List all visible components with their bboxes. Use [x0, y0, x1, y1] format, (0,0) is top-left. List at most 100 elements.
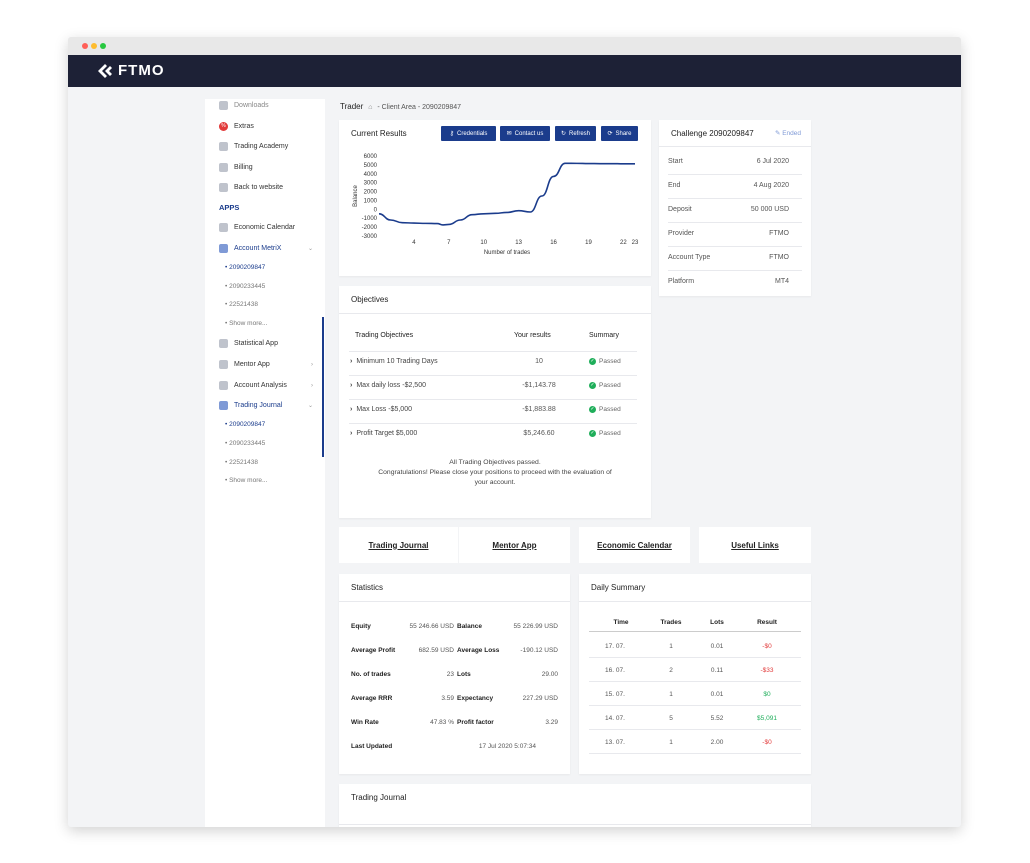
- journal-account-link[interactable]: • 2090209847: [225, 421, 265, 428]
- stat-label: Average Loss: [457, 647, 500, 654]
- daily-cell: 5: [669, 715, 673, 722]
- stat-value: 3.59: [441, 695, 454, 702]
- objective-row[interactable]: › Profit Target $5,000: [350, 430, 417, 437]
- share-button[interactable]: ⟳ Share: [601, 126, 638, 141]
- objective-name: Max daily loss -$2,500: [356, 382, 426, 389]
- daily-cell: -$0: [762, 739, 772, 746]
- objective-row[interactable]: › Max daily loss -$2,500: [350, 382, 426, 389]
- mentor-app-link[interactable]: Mentor App: [459, 527, 570, 563]
- apps-heading: APPS: [219, 203, 240, 212]
- trading-journal-link[interactable]: Trading Journal: [339, 527, 458, 563]
- trading-journal-title: Trading Journal: [351, 793, 407, 802]
- metrix-account-link[interactable]: • 2090233445: [225, 283, 265, 290]
- stat-label: Balance: [457, 623, 482, 630]
- metrix-show-more-link[interactable]: • Show more...: [225, 320, 267, 327]
- breadcrumb-title: Trader: [340, 102, 364, 111]
- objectives-message-line: your account.: [474, 479, 516, 486]
- stat-label: No. of trades: [351, 671, 391, 678]
- mentor-icon: [219, 360, 228, 369]
- status-label: Ended: [782, 130, 801, 137]
- home-icon[interactable]: ⌂: [368, 104, 372, 111]
- journal-show-more-link[interactable]: • Show more...: [225, 477, 267, 484]
- challenge-row-label: Account Type: [668, 254, 711, 261]
- objective-summary: ✓ Passed: [589, 358, 621, 365]
- daily-cell: 17. 07.: [605, 643, 625, 650]
- chevron-right-icon: ›: [311, 382, 313, 389]
- divider: [668, 270, 802, 271]
- stat-value: 29.00: [541, 671, 558, 678]
- download-icon: [219, 101, 228, 110]
- col-header: Time: [613, 619, 629, 626]
- back-arrow-icon: [219, 183, 228, 192]
- divider: [668, 222, 802, 223]
- challenge-row-label: End: [668, 182, 681, 189]
- divider: [349, 351, 637, 352]
- sidebar-item-trading-journal[interactable]: Trading Journal ⌄: [219, 401, 313, 410]
- journal-account-link[interactable]: • 2090233445: [225, 440, 265, 447]
- metrix-account-link[interactable]: • 22521438: [225, 301, 258, 308]
- economic-calendar-link[interactable]: Economic Calendar: [579, 527, 690, 563]
- key-icon: ⚷: [449, 131, 455, 137]
- close-dot-icon[interactable]: [82, 43, 88, 49]
- col-header-objectives: Trading Objectives: [355, 332, 414, 339]
- stat-label: Equity: [351, 623, 371, 630]
- objective-summary-label: Passed: [599, 382, 621, 389]
- status-badge: ✎ Ended: [774, 130, 801, 137]
- browser-window: FTMO Downloads % Extras Trading Academy …: [68, 37, 961, 827]
- divider: [668, 174, 802, 175]
- sidebar-item-account-metrix[interactable]: Account MetriX ⌄: [219, 244, 313, 253]
- sidebar-item-trading-academy[interactable]: Trading Academy: [219, 142, 288, 151]
- stat-value: 23: [446, 671, 454, 678]
- account-number: 2090233445: [229, 283, 266, 290]
- challenge-row-label: Provider: [668, 230, 695, 237]
- divider: [349, 375, 637, 376]
- ftmo-logo[interactable]: FTMO: [98, 62, 165, 79]
- credentials-button[interactable]: ⚷ Credentials: [441, 126, 496, 141]
- sidebar-item-downloads[interactable]: Downloads: [219, 101, 269, 110]
- sidebar-scroll-indicator[interactable]: [322, 317, 324, 457]
- daily-summary-title: Daily Summary: [591, 583, 646, 592]
- sidebar: Downloads % Extras Trading Academy Billi…: [205, 99, 325, 827]
- journal-account-link[interactable]: • 22521438: [225, 459, 258, 466]
- stat-value: 17 Jul 2020 5:07:34: [478, 743, 536, 750]
- daily-cell: -$33: [760, 667, 774, 674]
- metrix-account-link[interactable]: • 2090209847: [225, 264, 265, 271]
- daily-cell: 16. 07.: [605, 667, 625, 674]
- chevron-down-icon: ⌄: [307, 246, 313, 252]
- y-tick-label: -2000: [362, 225, 378, 231]
- y-tick-label: 3000: [364, 181, 378, 187]
- maximize-dot-icon[interactable]: [100, 43, 106, 49]
- statistics-title: Statistics: [351, 583, 384, 592]
- sidebar-item-label: Trading Academy: [234, 143, 289, 150]
- objective-row[interactable]: › Max Loss -$5,000: [350, 406, 412, 413]
- divider: [589, 729, 801, 730]
- stat-label: Lots: [457, 671, 471, 678]
- stat-label: Last Updated: [351, 743, 393, 750]
- sidebar-item-statistical-app[interactable]: Statistical App: [219, 339, 278, 348]
- sidebar-item-extras[interactable]: % Extras: [219, 122, 254, 131]
- sidebar-item-billing[interactable]: Billing: [219, 163, 253, 172]
- col-header: Result: [757, 619, 777, 626]
- objective-result: 10: [535, 358, 543, 365]
- academy-icon: [219, 142, 228, 151]
- sidebar-item-label: Account Analysis: [234, 382, 287, 389]
- contact-us-button[interactable]: ✉ Contact us: [500, 126, 550, 141]
- challenge-row-value: 50 000 USD: [750, 206, 789, 213]
- sidebar-item-back-to-website[interactable]: Back to website: [219, 183, 283, 192]
- sidebar-item-mentor-app[interactable]: Mentor App ›: [219, 360, 313, 369]
- sidebar-item-account-analysis[interactable]: Account Analysis ›: [219, 381, 313, 390]
- y-tick-label: 6000: [364, 154, 378, 160]
- breadcrumb-path[interactable]: - Client Area - 2090209847: [377, 104, 461, 111]
- current-results-card: Current Results ⚷ Credentials ✉ Contact us…: [339, 120, 651, 276]
- refresh-button[interactable]: ↻ Refresh: [555, 126, 596, 141]
- daily-cell: 0.01: [710, 691, 724, 698]
- objective-result: -$1,143.78: [522, 382, 556, 389]
- col-header-summary: Summary: [589, 332, 619, 339]
- minimize-dot-icon[interactable]: [91, 43, 97, 49]
- useful-links-link[interactable]: Useful Links: [699, 527, 811, 563]
- sidebar-item-economic-calendar[interactable]: Economic Calendar: [219, 223, 295, 232]
- objective-row[interactable]: › Minimum 10 Trading Days: [350, 358, 438, 365]
- chevron-right-icon: ›: [350, 430, 353, 437]
- y-tick-label: 5000: [364, 163, 378, 169]
- stat-value: 227.29 USD: [522, 695, 558, 702]
